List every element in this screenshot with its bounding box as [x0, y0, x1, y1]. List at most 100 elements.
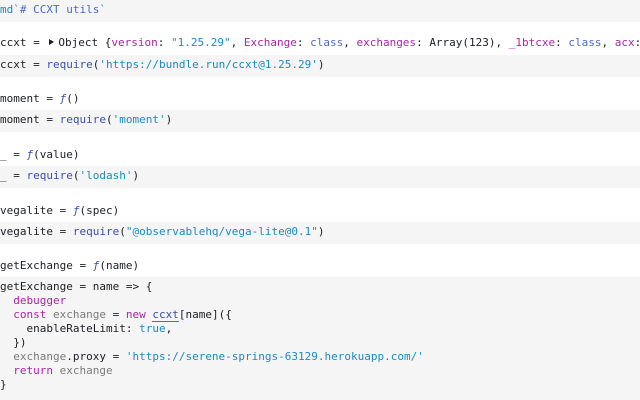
- code-line-5: }): [0, 336, 27, 350]
- colon: :: [296, 36, 311, 49]
- var-name: vegalite: [0, 204, 53, 217]
- ccxt-code-line: ccxt = require('https://bundle.run/ccxt@…: [0, 58, 325, 72]
- var-name: moment: [0, 113, 40, 126]
- value-class: class: [310, 36, 344, 49]
- separator: ,: [230, 36, 244, 49]
- var-name: _: [0, 148, 7, 161]
- module-name: 'lodash': [79, 169, 133, 182]
- paren-close: ): [317, 225, 325, 238]
- vegalite-output-line: vegalite = ƒ(spec): [0, 204, 119, 218]
- eq: =: [52, 225, 73, 238]
- option-key: enableRateLimit:: [26, 322, 140, 335]
- args: (): [66, 92, 80, 105]
- object-open: {: [98, 36, 112, 49]
- ccxt-code-cell[interactable]: ccxt = require('https://bundle.run/ccxt@…: [0, 55, 640, 77]
- ccxt-output-eq: =: [26, 36, 47, 49]
- key-exchange: Exchange: [243, 36, 297, 49]
- ccxt-output-line: ccxt = Object {version: "1.25.29", Excha…: [0, 36, 640, 50]
- getexchange-code-cell[interactable]: getExchange = name => { debugger const e…: [0, 277, 640, 400]
- module-name: "@observablehq/vega-lite@0.1": [125, 225, 318, 238]
- md-prefix: md`: [0, 3, 20, 16]
- md-text: # CCXT utils: [19, 3, 100, 16]
- code-line-3: const exchange = new ccxt[name]({: [0, 308, 232, 322]
- paren-close: ): [165, 113, 173, 126]
- md-cell-line: md`# CCXT utils`: [0, 3, 106, 17]
- lodash-code-line: _ = require('lodash'): [0, 169, 139, 183]
- value-version: "1.25.29": [170, 36, 231, 49]
- eq: =: [6, 148, 27, 161]
- moment-code-cell[interactable]: moment = require('moment'): [0, 110, 640, 132]
- new-keyword: new: [125, 308, 146, 321]
- md-cell[interactable]: md`# CCXT utils`: [0, 0, 640, 22]
- debugger-keyword: debugger: [13, 294, 67, 307]
- return-keyword: return: [13, 364, 53, 377]
- moment-code-line: moment = require('moment'): [0, 113, 172, 127]
- value-class: class: [568, 36, 602, 49]
- var-name: vegalite: [0, 225, 53, 238]
- var-name: ccxt: [0, 58, 27, 71]
- option-value: true: [139, 322, 166, 335]
- md-suffix: `: [99, 3, 106, 16]
- var-name: _: [0, 169, 7, 182]
- lodash-output-line: _ = ƒ(value): [0, 148, 79, 162]
- require-call: require: [59, 113, 106, 126]
- moment-output-line: moment = ƒ(): [0, 92, 80, 106]
- require-call: require: [46, 58, 93, 71]
- args: (value): [33, 148, 80, 161]
- notebook: md`# CCXT utils` ccxt = Object {version:…: [0, 0, 640, 400]
- exchange-var: exchange: [13, 350, 67, 363]
- require-call: require: [72, 225, 120, 238]
- vegalite-code-line: vegalite = require("@observablehq/vega-l…: [0, 225, 325, 239]
- bundle-url: 'https://bundle.run/ccxt@1.25.29': [99, 58, 318, 71]
- code-line-2: debugger: [0, 294, 66, 308]
- separator: ,: [495, 36, 509, 49]
- expand-triangle-icon[interactable]: [49, 39, 55, 45]
- code-line-8: }: [0, 378, 7, 392]
- args: (name): [99, 259, 140, 272]
- eq: =: [52, 204, 73, 217]
- eq: =: [39, 92, 60, 105]
- colon: :: [635, 36, 640, 49]
- exchange-var: exchange: [46, 308, 106, 321]
- key-acx: acx: [614, 36, 635, 49]
- exchange-var: exchange: [53, 364, 113, 377]
- colon: :: [555, 36, 569, 49]
- value-array: Array(123): [429, 36, 496, 49]
- colon: :: [416, 36, 430, 49]
- index-call: [name]({: [178, 308, 232, 321]
- comma: ,: [165, 322, 173, 335]
- separator: ,: [601, 36, 615, 49]
- eq: =: [6, 169, 27, 182]
- args: (spec): [79, 204, 120, 217]
- var-name: getExchange: [0, 259, 73, 272]
- getexchange-output-line: getExchange = ƒ(name): [0, 259, 139, 273]
- vegalite-code-cell[interactable]: vegalite = require("@observablehq/vega-l…: [0, 222, 640, 244]
- const-keyword: const: [13, 308, 47, 321]
- paren-close: ): [317, 58, 325, 71]
- object-label[interactable]: Object: [58, 36, 98, 49]
- ccxt-reference[interactable]: ccxt: [152, 308, 179, 322]
- paren-open: (: [119, 225, 126, 238]
- paren-open: (: [105, 113, 113, 126]
- key-version: version: [111, 36, 158, 49]
- proxy-assign: .proxy =: [66, 350, 126, 363]
- code-line-4: enableRateLimit: true,: [0, 322, 173, 336]
- eq: =: [26, 58, 47, 71]
- code-line-1: getExchange = name => {: [0, 280, 152, 294]
- eq: =: [39, 113, 60, 126]
- proxy-url: 'https://serene-springs-63129.herokuapp.…: [125, 350, 424, 363]
- eq: =: [105, 308, 126, 321]
- ccxt-output-name: ccxt: [0, 36, 27, 49]
- paren-close: ): [132, 169, 140, 182]
- eq: =: [72, 259, 93, 272]
- separator: ,: [343, 36, 357, 49]
- key-exchanges: exchanges: [356, 36, 417, 49]
- close-call: }): [13, 336, 27, 349]
- colon: :: [157, 36, 171, 49]
- lodash-code-cell[interactable]: _ = require('lodash'): [0, 166, 640, 188]
- close-brace: }: [0, 378, 7, 391]
- key-1btcxe: _1btcxe: [508, 36, 556, 49]
- require-call: require: [26, 169, 73, 182]
- function-signature: getExchange = name => {: [0, 280, 153, 293]
- code-line-7: return exchange: [0, 364, 113, 378]
